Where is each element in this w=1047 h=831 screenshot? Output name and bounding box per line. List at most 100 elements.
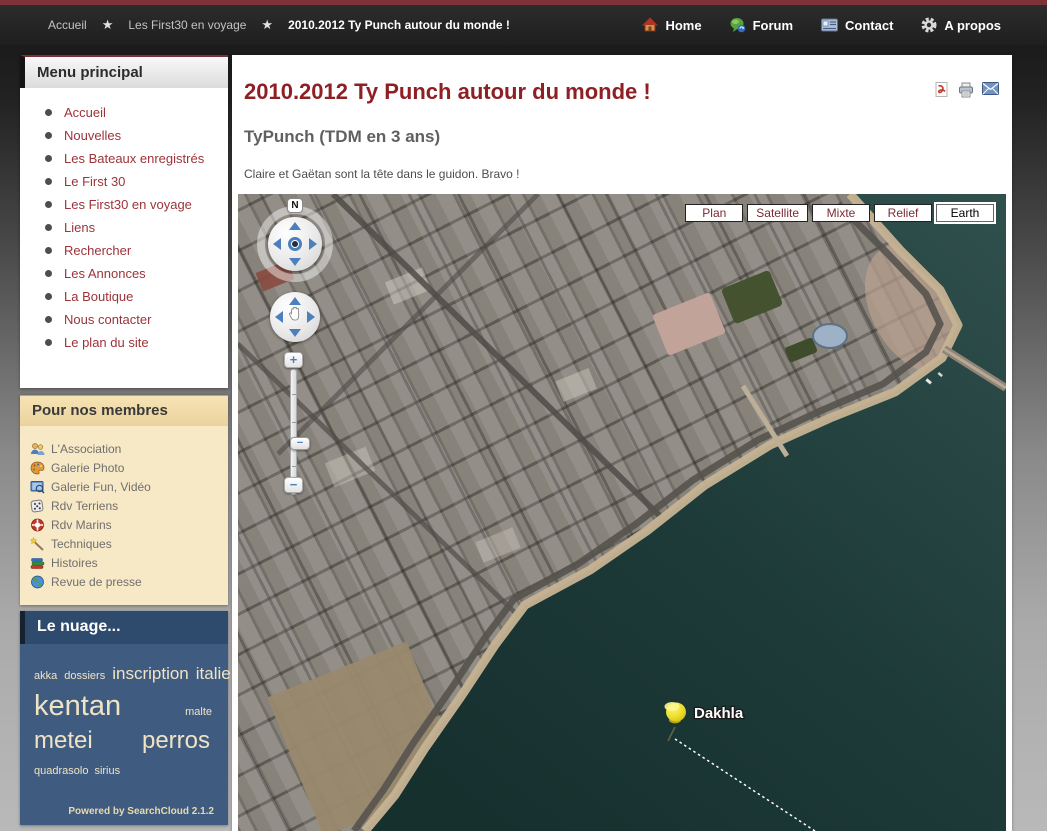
star-separator-icon: ★ xyxy=(102,17,114,33)
dice-icon xyxy=(30,499,45,513)
tag-italie[interactable]: italie xyxy=(196,664,231,684)
look-right-arrow-icon[interactable] xyxy=(309,238,317,250)
tag-malte[interactable]: malte xyxy=(185,706,212,718)
member-label: Rdv Terriens xyxy=(51,499,118,513)
books-icon xyxy=(30,556,45,570)
member-item-rdv-marins[interactable]: Rdv Marins xyxy=(28,515,220,534)
tag-sirius[interactable]: sirius xyxy=(94,765,120,777)
tag-cloud-row: kentan malte xyxy=(34,690,216,723)
tag-cloud-box: Le nuage... akka dossiers inscription it… xyxy=(20,611,228,825)
breadcrumb-item-voyage[interactable]: Les First30 en voyage xyxy=(128,18,246,32)
tag-cloud-row: quadrasolo sirius xyxy=(34,765,216,777)
menu-label: Le First 30 xyxy=(64,174,125,189)
map-button-mixte[interactable]: Mixte xyxy=(812,204,870,222)
member-item-rdv-terriens[interactable]: Rdv Terriens xyxy=(28,496,220,515)
bullet-icon xyxy=(45,270,52,277)
bullet-icon xyxy=(45,316,52,323)
zoom-control: + − − xyxy=(284,352,306,368)
menu-label: Liens xyxy=(64,220,95,235)
breadcrumb-item-home[interactable]: Accueil xyxy=(48,18,87,32)
zoom-tick xyxy=(292,466,296,467)
member-item-galerie-fun[interactable]: Galerie Fun, Vidéo xyxy=(28,477,220,496)
sidebar-item-annonces[interactable]: Les Annonces xyxy=(20,262,228,285)
map-button-earth[interactable]: Earth xyxy=(936,204,994,222)
top-header-bar: Accueil ★ Les First30 en voyage ★ 2010.2… xyxy=(0,5,1047,45)
menu-label: Accueil xyxy=(64,105,106,120)
tag-perros[interactable]: perros xyxy=(142,727,210,755)
look-left-arrow-icon[interactable] xyxy=(273,238,281,250)
page-title: 2010.2012 Ty Punch autour du monde ! xyxy=(238,55,1006,105)
member-label: Rdv Marins xyxy=(51,518,112,532)
look-up-arrow-icon[interactable] xyxy=(289,222,301,230)
gear-icon xyxy=(921,17,937,33)
map-button-plan[interactable]: Plan xyxy=(685,204,743,222)
menu-label: Nouvelles xyxy=(64,128,121,143)
nav-forum[interactable]: Forum xyxy=(730,17,793,33)
palette-icon xyxy=(30,461,45,475)
sidebar-item-accueil[interactable]: Accueil xyxy=(20,101,228,124)
pan-up-arrow-icon[interactable] xyxy=(289,297,301,305)
tag-inscription[interactable]: inscription xyxy=(112,664,189,684)
main-menu-box: Menu principal Accueil Nouvelles Les Bat… xyxy=(20,55,228,388)
pan-right-arrow-icon[interactable] xyxy=(307,311,315,323)
nav-apropos-label: A propos xyxy=(944,18,1001,33)
tag-dossiers[interactable]: dossiers xyxy=(64,670,105,682)
nav-apropos[interactable]: A propos xyxy=(921,17,1001,33)
pdf-icon[interactable] xyxy=(935,82,950,103)
sidebar-item-voyage[interactable]: Les First30 en voyage xyxy=(20,193,228,216)
member-item-techniques[interactable]: Techniques xyxy=(28,534,220,553)
pan-down-arrow-icon[interactable] xyxy=(289,329,301,337)
member-item-histoires[interactable]: Histoires xyxy=(28,553,220,572)
menu-label: Rechercher xyxy=(64,243,131,258)
sidebar-item-liens[interactable]: Liens xyxy=(20,216,228,239)
compass-look-control[interactable]: N xyxy=(257,206,333,282)
tag-kentan[interactable]: kentan xyxy=(34,690,121,723)
zoom-in-button[interactable]: + xyxy=(284,352,303,368)
zoom-slider-handle[interactable]: − xyxy=(290,437,310,450)
member-item-galerie-photo[interactable]: Galerie Photo xyxy=(28,458,220,477)
home-icon xyxy=(642,17,658,33)
map-button-relief[interactable]: Relief xyxy=(874,204,932,222)
menu-label: Les First30 en voyage xyxy=(64,197,192,212)
pan-left-arrow-icon[interactable] xyxy=(275,311,283,323)
map-button-satellite[interactable]: Satellite xyxy=(747,204,808,222)
sidebar-item-rechercher[interactable]: Rechercher xyxy=(20,239,228,262)
members-box: Pour nos membres L'Association Galerie P… xyxy=(20,395,228,605)
tag-quadrasolo[interactable]: quadrasolo xyxy=(34,765,88,777)
tag-metei[interactable]: metei xyxy=(34,727,93,755)
member-label: Revue de presse xyxy=(51,575,142,589)
look-down-arrow-icon[interactable] xyxy=(289,258,301,266)
member-item-revue-presse[interactable]: Revue de presse xyxy=(28,572,220,591)
contact-icon xyxy=(821,18,838,32)
main-content: 2010.2012 Ty Punch autour du monde ! TyP… xyxy=(232,55,1012,831)
tag-akka[interactable]: akka xyxy=(34,670,57,682)
sidebar-item-plan-site[interactable]: Le plan du site xyxy=(20,331,228,354)
main-menu-list: Accueil Nouvelles Les Bateaux enregistré… xyxy=(20,88,228,388)
north-indicator[interactable]: N xyxy=(287,198,303,213)
tag-cloud-row: akka dossiers inscription italie xyxy=(34,664,216,684)
menu-label: La Boutique xyxy=(64,289,133,304)
sidebar-item-contacter[interactable]: Nous contacter xyxy=(20,308,228,331)
sidebar-item-boutique[interactable]: La Boutique xyxy=(20,285,228,308)
nav-home[interactable]: Home xyxy=(642,17,701,33)
sidebar-item-bateaux[interactable]: Les Bateaux enregistrés xyxy=(20,147,228,170)
sidebar: Menu principal Accueil Nouvelles Les Bat… xyxy=(20,55,228,825)
nav-contact[interactable]: Contact xyxy=(821,18,893,33)
article-actions xyxy=(935,82,999,103)
hand-icon xyxy=(288,307,302,327)
nav-contact-label: Contact xyxy=(845,18,893,33)
globe-icon xyxy=(30,575,45,589)
print-icon[interactable] xyxy=(958,82,974,103)
pan-joystick[interactable] xyxy=(270,292,320,342)
bullet-icon xyxy=(45,339,52,346)
wand-icon xyxy=(30,537,45,551)
sidebar-item-first30[interactable]: Le First 30 xyxy=(20,170,228,193)
map-canvas[interactable]: Dakhla Plan Satellite Mixte Relief Earth… xyxy=(238,194,1006,831)
member-label: Techniques xyxy=(51,537,112,551)
searchcloud-credit[interactable]: Powered by SearchCloud 2.1.2 xyxy=(34,806,216,817)
member-item-association[interactable]: L'Association xyxy=(28,439,220,458)
look-joystick[interactable] xyxy=(268,217,322,271)
email-icon[interactable] xyxy=(982,82,999,103)
zoom-out-button[interactable]: − xyxy=(284,477,303,493)
sidebar-item-nouvelles[interactable]: Nouvelles xyxy=(20,124,228,147)
